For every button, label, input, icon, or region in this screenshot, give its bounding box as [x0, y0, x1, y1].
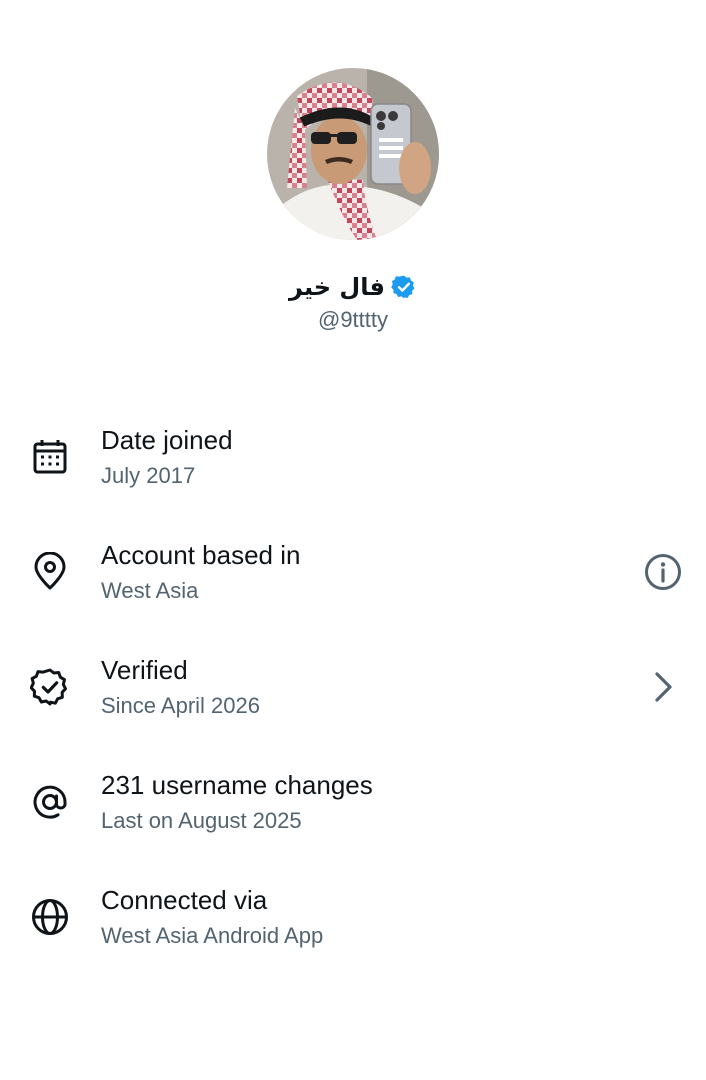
row-subtitle: Since April 2026: [101, 693, 260, 718]
calendar-icon: [30, 437, 70, 477]
location-pin-icon: [30, 551, 70, 592]
avatar[interactable]: [267, 68, 439, 240]
profile-header: فال خير @9tttty: [0, 0, 706, 360]
row-title: Account based in: [101, 540, 301, 570]
verified-badge-icon: [29, 667, 70, 707]
row-title: 231 username changes: [101, 770, 373, 800]
at-sign-icon: [30, 782, 70, 822]
chevron-right-icon[interactable]: [643, 667, 683, 707]
info-icon[interactable]: [643, 552, 683, 592]
name-row: فال خير: [0, 270, 706, 304]
globe-icon: [30, 897, 70, 937]
display-name: فال خير: [289, 273, 385, 301]
row-subtitle: Last on August 2025: [101, 808, 302, 833]
row-account-based-in: Account based in West Asia: [0, 521, 706, 636]
username-handle: @9tttty: [317, 307, 389, 332]
account-info-list: Date joined July 2017 Account based in W…: [0, 406, 706, 981]
row-title: Connected via: [101, 885, 268, 915]
row-subtitle: West Asia: [101, 578, 199, 603]
row-verified[interactable]: Verified Since April 2026: [0, 636, 706, 751]
row-connected-via: Connected via West Asia Android App: [0, 866, 706, 981]
row-title: Date joined: [101, 425, 233, 455]
row-subtitle: July 2017: [101, 463, 196, 488]
row-date-joined: Date joined July 2017: [0, 406, 706, 521]
verified-badge-icon: [391, 274, 417, 300]
row-subtitle: West Asia Android App: [101, 923, 324, 948]
row-username-changes: 231 username changes Last on August 2025: [0, 751, 706, 866]
row-title: Verified: [101, 655, 188, 685]
